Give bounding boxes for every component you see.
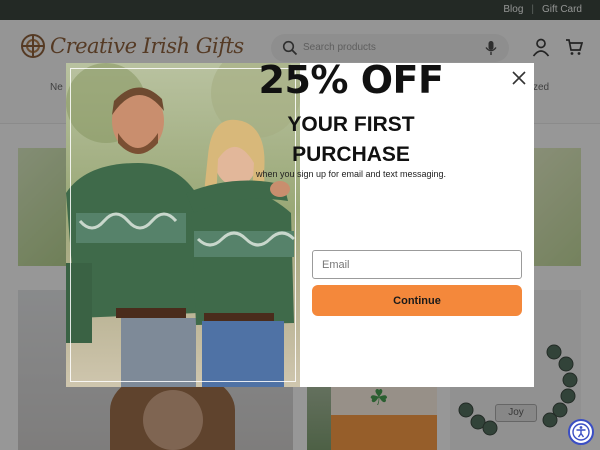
- accessibility-icon[interactable]: [570, 421, 592, 443]
- subheadline-line-2: PURCHASE: [292, 143, 410, 166]
- accessibility-widget[interactable]: [568, 419, 594, 445]
- signup-description: when you sign up for email and text mess…: [255, 169, 447, 179]
- close-icon[interactable]: [510, 69, 528, 87]
- continue-button[interactable]: Continue: [312, 285, 522, 316]
- email-input[interactable]: [312, 250, 522, 279]
- discount-headline: 25% OFF: [258, 58, 444, 102]
- discount-subheadline: YOUR FIRST PURCHASE: [234, 110, 468, 170]
- subheadline-line-1: YOUR FIRST: [287, 113, 415, 136]
